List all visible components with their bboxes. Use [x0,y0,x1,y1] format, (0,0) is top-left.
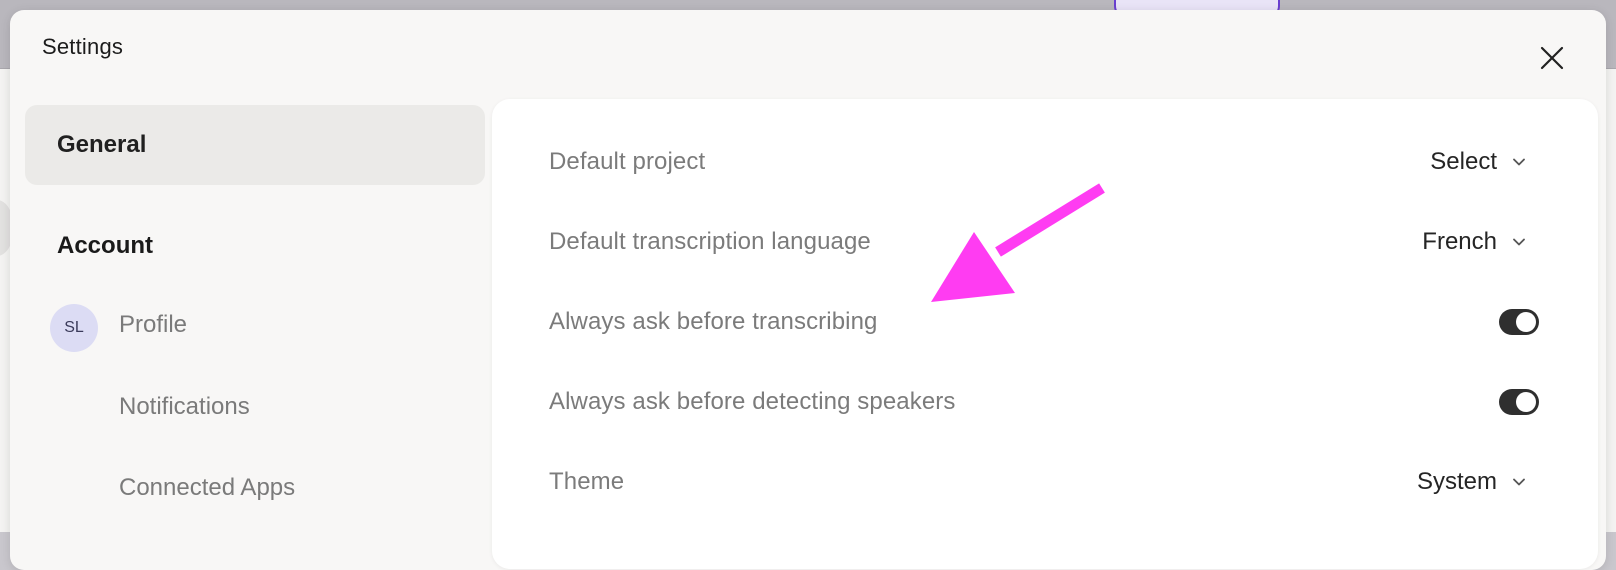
setting-row-ask-before-detecting-speakers: Always ask before detecting speakers [549,377,1539,427]
toggle-knob [1516,312,1536,332]
chevron-down-icon [1513,158,1525,166]
dropdown-value: System [1416,468,1497,495]
setting-label: Always ask before transcribing [549,308,878,335]
sidebar-item-profile[interactable]: Profile [119,311,187,339]
setting-label: Theme [549,468,625,495]
sidebar-item-label: General [57,131,147,158]
settings-panel: Default project Select Default transcrip… [492,99,1598,569]
theme-dropdown[interactable]: System [1417,468,1527,496]
default-project-dropdown[interactable]: Select [1430,148,1527,176]
annotation-arrow-icon [931,183,1105,302]
transcription-language-dropdown[interactable]: French [1422,228,1527,256]
dropdown-value: French [1422,228,1497,255]
section-heading-account: Account [57,232,153,259]
sidebar-item-general[interactable]: General [25,105,485,185]
settings-modal: Settings General Account SL Profile Noti… [10,10,1606,570]
toggle-knob [1516,392,1536,412]
sidebar-item-notifications[interactable]: Notifications [119,393,250,421]
avatar-initials: SL [64,319,84,336]
ask-before-transcribing-toggle[interactable] [1499,309,1539,335]
settings-sidebar: General Account SL Profile Notifications… [25,105,485,565]
setting-label: Always ask before detecting speakers [549,388,956,415]
sidebar-item-connected-apps[interactable]: Connected Apps [119,474,295,502]
setting-label: Default project [549,148,706,175]
dropdown-value: Select [1430,148,1497,175]
avatar: SL [50,304,98,352]
setting-row-theme: Theme System [549,457,1539,507]
setting-label: Default transcription language [549,228,871,255]
chevron-down-icon [1513,478,1525,486]
ask-before-detecting-speakers-toggle[interactable] [1499,389,1539,415]
chevron-down-icon [1513,238,1525,246]
close-icon[interactable] [1538,44,1566,72]
modal-title: Settings [42,34,124,59]
